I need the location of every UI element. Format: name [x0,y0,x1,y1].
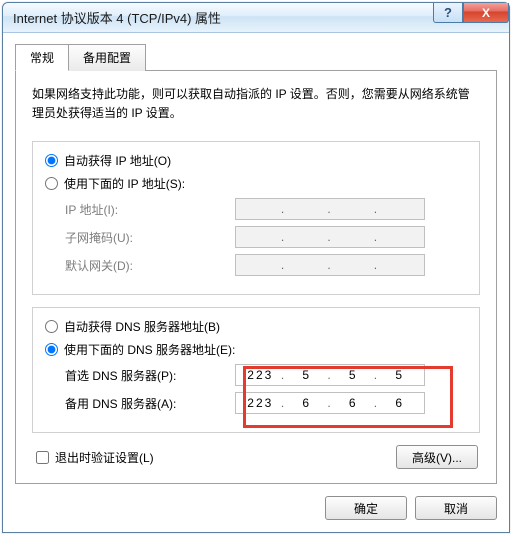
radio-dns-manual-label: 使用下面的 DNS 服务器地址(E): [64,341,235,358]
subnet-input: . . . [235,226,425,248]
preferred-dns-row: 首选 DNS 服务器(P): 223. 5. 5. 5 [65,364,469,386]
tab-strip: 常规 备用配置 [15,43,497,70]
tab-alternate-label: 备用配置 [83,51,131,65]
gateway-input: . . . [235,254,425,276]
description-text: 如果网络支持此功能，则可以获取自动指派的 IP 设置。否则，您需要从网络系统管理… [32,85,480,123]
close-icon: X [482,6,490,20]
cancel-button[interactable]: 取消 [415,496,497,520]
close-button[interactable]: X [463,3,509,23]
radio-dns-manual[interactable] [45,343,58,356]
preferred-dns-input[interactable]: 223. 5. 5. 5 [235,364,425,386]
ip-address-row: IP 地址(I): . . . [65,198,469,220]
radio-ip-manual[interactable] [45,177,58,190]
dialog-window: Internet 协议版本 4 (TCP/IPv4) 属性 ? X 常规 备用配… [2,2,510,533]
validate-checkbox[interactable] [36,451,49,464]
tab-alternate[interactable]: 备用配置 [68,44,146,71]
window-controls: ? X [433,3,509,23]
radio-dns-manual-row[interactable]: 使用下面的 DNS 服务器地址(E): [43,341,469,358]
titlebar[interactable]: Internet 协议版本 4 (TCP/IPv4) 属性 ? X [3,3,509,33]
validate-checkbox-row[interactable]: 退出时验证设置(L) [34,449,154,466]
validate-row: 退出时验证设置(L) 高级(V)... [32,445,480,469]
preferred-dns-label: 首选 DNS 服务器(P): [65,367,235,384]
alternate-dns-input[interactable]: 223. 6. 6. 6 [235,392,425,414]
ok-button[interactable]: 确定 [325,496,407,520]
advanced-button[interactable]: 高级(V)... [396,445,478,469]
radio-ip-auto[interactable] [45,154,58,167]
gateway-label: 默认网关(D): [65,257,235,274]
ip-address-label: IP 地址(I): [65,201,235,218]
radio-dns-auto[interactable] [45,320,58,333]
help-icon: ? [444,5,452,20]
tab-general[interactable]: 常规 [15,44,69,71]
ip-address-input: . . . [235,198,425,220]
dialog-buttons: 确定 取消 [15,496,497,520]
help-button[interactable]: ? [433,3,463,23]
radio-ip-manual-label: 使用下面的 IP 地址(S): [64,175,185,192]
tab-panel-general: 如果网络支持此功能，则可以获取自动指派的 IP 设置。否则，您需要从网络系统管理… [15,70,497,484]
dns-group: 自动获得 DNS 服务器地址(B) 使用下面的 DNS 服务器地址(E): 首选… [32,307,480,433]
radio-ip-auto-label: 自动获得 IP 地址(O) [64,152,171,169]
radio-ip-auto-row[interactable]: 自动获得 IP 地址(O) [43,152,469,169]
gateway-row: 默认网关(D): . . . [65,254,469,276]
radio-dns-auto-row[interactable]: 自动获得 DNS 服务器地址(B) [43,318,469,335]
alternate-dns-label: 备用 DNS 服务器(A): [65,395,235,412]
subnet-row: 子网掩码(U): . . . [65,226,469,248]
validate-label: 退出时验证设置(L) [55,449,154,466]
client-area: 常规 备用配置 如果网络支持此功能，则可以获取自动指派的 IP 设置。否则，您需… [3,33,509,532]
radio-ip-manual-row[interactable]: 使用下面的 IP 地址(S): [43,175,469,192]
subnet-label: 子网掩码(U): [65,229,235,246]
radio-dns-auto-label: 自动获得 DNS 服务器地址(B) [64,318,220,335]
alternate-dns-row: 备用 DNS 服务器(A): 223. 6. 6. 6 [65,392,469,414]
window-title: Internet 协议版本 4 (TCP/IPv4) 属性 [13,8,221,27]
tab-general-label: 常规 [30,51,54,65]
ip-group: 自动获得 IP 地址(O) 使用下面的 IP 地址(S): IP 地址(I): … [32,141,480,295]
